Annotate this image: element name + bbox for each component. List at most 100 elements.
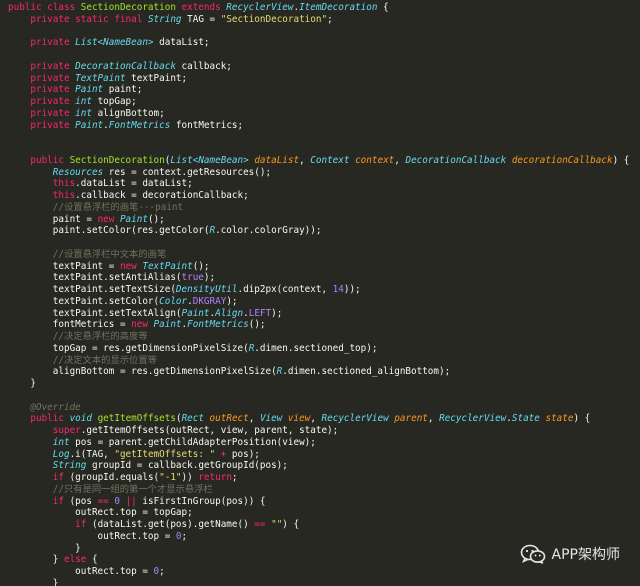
code-editor[interactable]: public class SectionDecoration extends R…	[0, 0, 640, 586]
code-line[interactable]: //设置悬浮栏的画笔---paint	[8, 202, 629, 214]
code-line[interactable]: alignBottom = res.getDimensionPixelSize(…	[8, 366, 629, 378]
code-line[interactable]: private TextPaint textPaint;	[8, 73, 629, 85]
code-token: private	[30, 72, 76, 84]
code-line[interactable]: outRect.top = 0;	[8, 566, 629, 578]
code-token: fontMetrics;	[170, 119, 244, 131]
code-token: groupId = callback.getGroupId(pos);	[86, 460, 288, 472]
code-line[interactable]: private int alignBottom;	[8, 108, 629, 120]
code-token: topGap = res.getDimensionPixelSize(	[8, 342, 249, 354]
code-line[interactable]: paint.setColor(res.getColor(R.color.colo…	[8, 225, 629, 237]
code-token: DensityUtil	[175, 284, 238, 295]
code-line[interactable]: public SectionDecoration(List<NameBean> …	[8, 155, 629, 167]
code-token: Paint	[75, 84, 104, 96]
code-token: );	[271, 307, 283, 319]
code-token: //决定悬浮栏的高度等	[52, 331, 148, 342]
code-line[interactable]: textPaint.setTextSize(DensityUtil.dip2px…	[8, 284, 629, 296]
code-token: textPaint;	[125, 72, 188, 84]
code-line[interactable]: outRect.top = topGap;	[8, 507, 629, 519]
code-token: ();	[147, 213, 165, 225]
code-line[interactable]: textPaint.setTextAlign(Paint.Align.LEFT)…	[8, 308, 629, 320]
code-token: ;	[159, 566, 165, 577]
code-line[interactable]: //设置悬浮栏中文本的画笔	[8, 249, 629, 261]
code-line[interactable]: outRect.top = 0;	[8, 531, 629, 543]
code-line[interactable]: textPaint.setColor(Color.DKGRAY);	[8, 296, 629, 308]
code-token: ) {	[573, 413, 591, 425]
code-line[interactable]: int pos = parent.getChildAdapterPosition…	[8, 437, 629, 449]
code-line[interactable]: public void getItemOffsets(Rect outRect,…	[8, 413, 629, 425]
code-token: true	[181, 272, 204, 284]
code-line[interactable]: paint = new Paint();	[8, 214, 629, 226]
code-token: new	[131, 319, 154, 331]
code-line[interactable]: topGap = res.getDimensionPixelSize(R.dim…	[8, 343, 629, 355]
code-token: ) {	[282, 519, 300, 530]
code-line[interactable]: @Override	[8, 402, 629, 414]
code-token: .dimen.sectioned_alignBottom);	[282, 366, 451, 378]
code-line[interactable]: fontMetrics = new Paint.FontMetrics();	[8, 319, 629, 331]
code-token: List<NameBean>	[75, 37, 154, 49]
code-line[interactable]	[8, 390, 629, 402]
code-line[interactable]: textPaint = new TextPaint();	[8, 261, 629, 273]
code-token: ,	[310, 413, 322, 425]
code-token: Paint	[75, 119, 104, 131]
code-line[interactable]: private int topGap;	[8, 96, 629, 108]
code-token: Color	[159, 295, 188, 307]
code-line[interactable]	[8, 143, 629, 155]
code-token: Context	[310, 154, 350, 166]
code-block[interactable]: public class SectionDecoration extends R…	[8, 2, 629, 586]
code-token: State	[511, 413, 540, 425]
code-token: View	[259, 413, 283, 425]
code-token: String	[147, 13, 182, 25]
code-token: Resources	[52, 166, 104, 178]
code-token: ""	[271, 519, 283, 530]
code-line[interactable]: textPaint.setAntiAlias(true);	[8, 272, 629, 284]
code-line[interactable]: }	[8, 378, 629, 390]
code-line[interactable]	[8, 49, 629, 61]
code-line[interactable]: private List<NameBean> dataList;	[8, 37, 629, 49]
code-token: TextPaint	[75, 72, 126, 84]
code-line[interactable]: //决定文本的显示位置等	[8, 355, 629, 367]
code-token: .color.colorGray));	[215, 225, 322, 237]
code-line[interactable]: //决定悬浮栏的高度等	[8, 331, 629, 343]
code-token: callback;	[175, 60, 232, 72]
code-line[interactable]: this.callback = decorationCallback;	[8, 190, 629, 202]
code-line[interactable]: private Paint.FontMetrics fontMetrics;	[8, 120, 629, 132]
code-line[interactable]: private DecorationCallback callback;	[8, 61, 629, 73]
code-line[interactable]: private static final String TAG = "Secti…	[8, 14, 629, 26]
code-line[interactable]: public class SectionDecoration extends R…	[8, 2, 629, 14]
code-token: 14	[332, 284, 344, 295]
code-line[interactable]	[8, 131, 629, 143]
code-line[interactable]: Log.i(TAG, "getItemOffsets: " + pos);	[8, 449, 629, 461]
code-line[interactable]: private Paint paint;	[8, 84, 629, 96]
code-token: textPaint.setColor(	[8, 295, 160, 307]
code-token: }	[8, 378, 36, 389]
code-token: @Override	[30, 401, 81, 413]
code-token: Paint	[181, 307, 210, 319]
code-line[interactable]: if (dataList.get(pos).getName() == "") {	[8, 519, 629, 531]
code-token: SectionDecoration	[69, 154, 165, 166]
code-line[interactable]: Resources res = context.getResources();	[8, 167, 629, 179]
code-line[interactable]: if (groupId.equals("-1")) return;	[8, 472, 629, 484]
code-token: Paint	[119, 213, 148, 225]
code-token: {	[91, 554, 98, 566]
code-line[interactable]: //只有是同一组的第一个才显示悬浮栏	[8, 484, 629, 496]
code-line[interactable]: this.dataList = dataList;	[8, 178, 629, 190]
code-token: outRect.top =	[8, 530, 176, 542]
code-line[interactable]	[8, 237, 629, 249]
code-token: private	[30, 107, 76, 119]
code-token: //只有是同一组的第一个才显示悬浮栏	[52, 483, 213, 495]
code-line[interactable]: if (pos == 0 || isFirstInGroup(pos)) {	[8, 496, 629, 508]
code-line[interactable]: super.getItemOffsets(outRect, view, pare…	[8, 425, 629, 437]
code-line[interactable]: String groupId = callback.getGroupId(pos…	[8, 460, 629, 472]
code-token: (pos	[69, 495, 98, 507]
code-token: private static final	[30, 13, 148, 25]
code-token: ,	[299, 154, 311, 166]
code-line[interactable]	[8, 26, 629, 38]
code-line[interactable]: }	[8, 578, 629, 586]
code-token: (groupId.equals(	[69, 472, 160, 483]
